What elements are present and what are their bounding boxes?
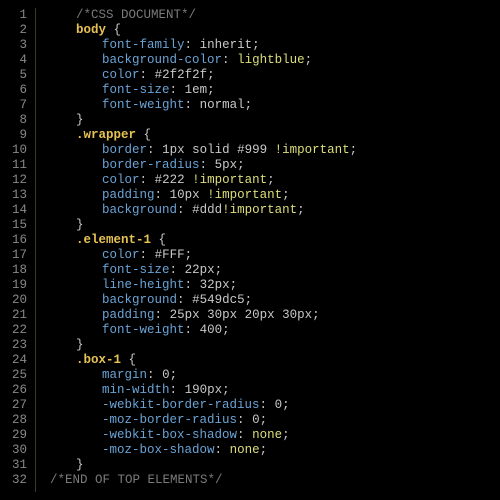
line-number: 1 xyxy=(12,8,27,23)
line-number: 11 xyxy=(12,158,27,173)
line-number: 23 xyxy=(12,338,27,353)
line-number: 7 xyxy=(12,98,27,113)
code-line: border: 1px solid #999 !important; xyxy=(50,143,357,158)
code-line: } xyxy=(50,338,357,353)
code-line: -webkit-box-shadow: none; xyxy=(50,428,357,443)
code-line: margin: 0; xyxy=(50,368,357,383)
code-line: .box-1 { xyxy=(50,353,357,368)
line-number: 13 xyxy=(12,188,27,203)
code-line: body { xyxy=(50,23,357,38)
code-line: -moz-border-radius: 0; xyxy=(50,413,357,428)
code-line: color: #FFF; xyxy=(50,248,357,263)
line-number: 17 xyxy=(12,248,27,263)
code-line: font-family: inherit; xyxy=(50,38,357,53)
line-number: 18 xyxy=(12,263,27,278)
line-number: 20 xyxy=(12,293,27,308)
line-number: 15 xyxy=(12,218,27,233)
code-line: background: #549dc5; xyxy=(50,293,357,308)
code-line: font-weight: normal; xyxy=(50,98,357,113)
line-number: 4 xyxy=(12,53,27,68)
code-line: font-weight: 400; xyxy=(50,323,357,338)
code-line: .element-1 { xyxy=(50,233,357,248)
code-line: background: #ddd!important; xyxy=(50,203,357,218)
code-line: font-size: 22px; xyxy=(50,263,357,278)
line-number: 29 xyxy=(12,428,27,443)
line-number: 22 xyxy=(12,323,27,338)
code-area[interactable]: /*CSS DOCUMENT*/body {font-family: inher… xyxy=(36,8,357,492)
code-line: padding: 10px !important; xyxy=(50,188,357,203)
line-number: 28 xyxy=(12,413,27,428)
line-number: 10 xyxy=(12,143,27,158)
line-number: 2 xyxy=(12,23,27,38)
line-number: 19 xyxy=(12,278,27,293)
code-line: .wrapper { xyxy=(50,128,357,143)
line-number: 26 xyxy=(12,383,27,398)
line-number: 14 xyxy=(12,203,27,218)
code-line: font-size: 1em; xyxy=(50,83,357,98)
code-line: -moz-box-shadow: none; xyxy=(50,443,357,458)
code-line: -webkit-border-radius: 0; xyxy=(50,398,357,413)
line-number: 5 xyxy=(12,68,27,83)
line-number: 9 xyxy=(12,128,27,143)
line-number: 3 xyxy=(12,38,27,53)
code-line: color: #222 !important; xyxy=(50,173,357,188)
line-number: 27 xyxy=(12,398,27,413)
line-number: 8 xyxy=(12,113,27,128)
code-line: border-radius: 5px; xyxy=(50,158,357,173)
line-number: 16 xyxy=(12,233,27,248)
line-number: 31 xyxy=(12,458,27,473)
code-line: background-color: lightblue; xyxy=(50,53,357,68)
line-number: 24 xyxy=(12,353,27,368)
line-number-gutter: 1234567891011121314151617181920212223242… xyxy=(0,8,36,492)
code-line: min-width: 190px; xyxy=(50,383,357,398)
code-line: line-height: 32px; xyxy=(50,278,357,293)
code-line: } xyxy=(50,113,357,128)
code-line: /*CSS DOCUMENT*/ xyxy=(50,8,357,23)
line-number: 25 xyxy=(12,368,27,383)
code-editor: 1234567891011121314151617181920212223242… xyxy=(0,0,500,492)
line-number: 32 xyxy=(12,473,27,488)
code-line: } xyxy=(50,218,357,233)
line-number: 12 xyxy=(12,173,27,188)
line-number: 21 xyxy=(12,308,27,323)
code-line: padding: 25px 30px 20px 30px; xyxy=(50,308,357,323)
code-line: } xyxy=(50,458,357,473)
code-line: color: #2f2f2f; xyxy=(50,68,357,83)
code-line: /*END OF TOP ELEMENTS*/ xyxy=(50,473,357,488)
line-number: 6 xyxy=(12,83,27,98)
line-number: 30 xyxy=(12,443,27,458)
